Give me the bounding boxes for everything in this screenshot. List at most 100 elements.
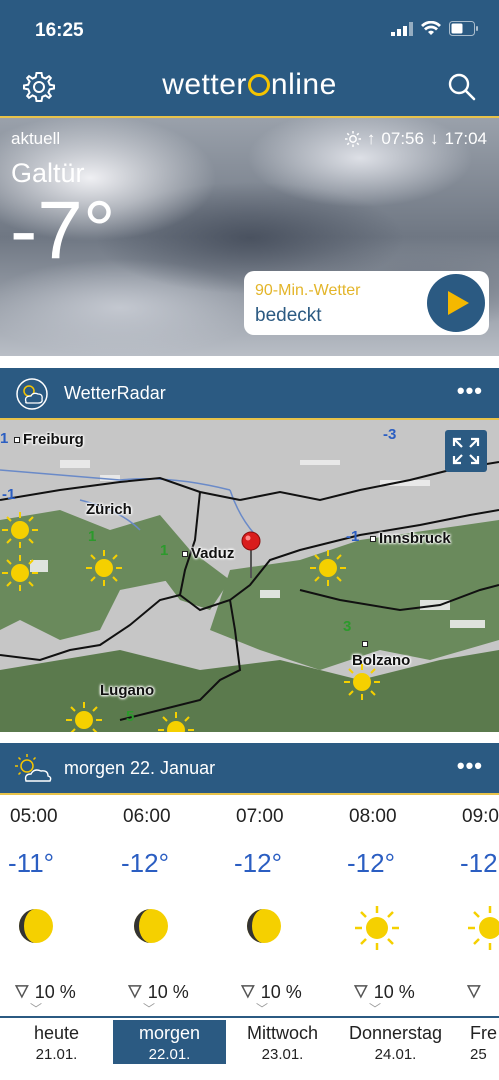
map-city-label: Zürich xyxy=(86,501,132,518)
day-tab-date: 21.01. xyxy=(35,1046,78,1063)
radar-section-header[interactable]: WetterRadar ••• xyxy=(0,368,499,420)
top-bar: 16:25 wetter nline xyxy=(0,0,499,118)
day-tab-bar: heute 21.01. morgen 22.01. Mittwoch 23.0… xyxy=(0,1016,499,1080)
forecast-more-button[interactable]: ••• xyxy=(457,753,483,779)
rain-probability: 🜄 10 % xyxy=(353,982,415,1002)
chevron-down-icon[interactable]: ﹀ xyxy=(30,1000,42,1016)
day-tab-name: heute xyxy=(33,1023,80,1043)
status-time: 16:25 xyxy=(35,20,84,41)
day-tab-date: 22.01. xyxy=(148,1046,191,1063)
map-city-label: Lugano xyxy=(100,682,155,699)
map-sun-icon xyxy=(344,664,380,700)
sun-times: ↑ 07:56 ↓ 17:04 xyxy=(344,129,487,149)
radar-map[interactable]: Freiburg Zürich Vaduz Innsbruck Bolzano … xyxy=(0,420,499,732)
map-temp-label: 1 xyxy=(88,528,97,545)
current-temperature: -7° xyxy=(10,185,116,276)
radar-more-button[interactable]: ••• xyxy=(457,378,483,404)
nowcast-condition: bedeckt xyxy=(255,305,322,326)
raindrop-icon: 🜄 xyxy=(353,982,369,1002)
hour-time: 09:0 xyxy=(462,806,499,827)
hour-temperature: -12° xyxy=(121,848,169,878)
rain-probability: 🜄 10 % xyxy=(127,982,189,1002)
radar-weather-icon xyxy=(16,378,48,410)
status-icons xyxy=(391,21,479,36)
search-button[interactable] xyxy=(445,70,479,104)
hour-time: 06:00 xyxy=(123,806,171,827)
sunrise-time: 07:56 xyxy=(381,129,424,148)
day-tab-name: Fre xyxy=(470,1023,497,1043)
hour-temperature: -12 xyxy=(460,848,498,878)
forecast-title: morgen 22. Januar xyxy=(64,758,216,778)
status-bar: 16:25 xyxy=(0,0,499,60)
wifi-icon xyxy=(421,21,441,35)
map-temp-label: 5 xyxy=(126,708,135,725)
day-tab-date: 24.01. xyxy=(374,1046,417,1063)
search-icon xyxy=(448,73,476,101)
map-city-label: Freiburg xyxy=(14,431,84,448)
raindrop-icon: 🜄 xyxy=(14,982,30,1002)
nowcast-play-button[interactable] xyxy=(427,274,485,332)
map-temp-label: 1 xyxy=(160,542,169,559)
map-sun-icon xyxy=(158,712,194,732)
moon-icon xyxy=(19,909,53,943)
sun-icon xyxy=(355,906,399,950)
hour-time: 07:00 xyxy=(236,806,284,827)
app-bar: wetter nline xyxy=(0,60,499,116)
location-pin-icon xyxy=(241,531,261,578)
radar-expand-button[interactable] xyxy=(445,430,487,472)
day-tab-name: Mittwoch xyxy=(246,1023,318,1043)
map-temp-label: -3 xyxy=(383,426,397,443)
expand-icon xyxy=(452,437,480,465)
moon-icon xyxy=(247,909,281,943)
logo-sun-icon xyxy=(247,74,270,96)
signal-icon xyxy=(391,21,413,36)
day-tab-date: 23.01. xyxy=(261,1046,304,1063)
day-tab-name: Donnerstag xyxy=(348,1023,443,1043)
sun-icon xyxy=(468,906,499,950)
sun-icon xyxy=(344,131,361,147)
map-city-label: Innsbruck xyxy=(370,530,451,547)
play-icon xyxy=(448,291,469,315)
moon-icon xyxy=(134,909,168,943)
nowcast-card[interactable]: 90-Min.-Wetter bedeckt xyxy=(244,271,489,335)
day-tab-donnerstag[interactable]: Donnerstag 24.01. xyxy=(339,1020,452,1064)
day-tab-morgen[interactable]: morgen 22.01. xyxy=(113,1020,226,1064)
sunrise-arrow-icon: ↑ xyxy=(366,129,376,148)
rain-probability: 🜄 10 % xyxy=(240,982,302,1002)
map-sun-icon xyxy=(86,550,122,586)
battery-icon xyxy=(449,21,478,36)
hourly-forecast[interactable]: 05:00 -11° 🜄 10 % ﹀ 06:00 -12° 🜄 10 % ﹀ … xyxy=(0,796,499,1016)
map-sun-icon xyxy=(2,512,38,548)
map-sun-icon xyxy=(2,555,38,591)
hour-time: 05:00 xyxy=(10,806,58,827)
map-city-label: Vaduz xyxy=(182,545,234,562)
map-sun-icon xyxy=(66,702,102,732)
logo-text-a: wetter xyxy=(162,68,247,101)
map-sun-icon xyxy=(310,550,346,586)
current-weather-panel[interactable]: aktuell ↑ 07:56 ↓ 17:04 Galtür -7° 90-Mi… xyxy=(0,118,499,356)
hour-temperature: -12° xyxy=(234,848,282,878)
current-label: aktuell xyxy=(11,129,61,148)
forecast-divider xyxy=(0,793,499,795)
day-tab-freitag[interactable]: Fre 25 xyxy=(470,1020,499,1064)
sunset-arrow-icon: ↓ xyxy=(429,129,439,148)
forecast-section-header[interactable]: morgen 22. Januar ••• xyxy=(0,743,499,795)
day-tab-mittwoch[interactable]: Mittwoch 23.01. xyxy=(226,1020,339,1064)
map-temp-label: 1 xyxy=(0,430,9,447)
day-tab-heute[interactable]: heute 21.01. xyxy=(0,1020,113,1064)
raindrop-icon: 🜄 xyxy=(127,982,143,1002)
chevron-down-icon[interactable]: ﹀ xyxy=(256,1000,268,1016)
logo-text-b: nline xyxy=(270,68,337,101)
hour-temperature: -12° xyxy=(347,848,395,878)
rain-probability: 🜄 10 % xyxy=(14,982,76,1002)
chevron-down-icon[interactable]: ﹀ xyxy=(369,1000,381,1016)
chevron-down-icon[interactable]: ﹀ xyxy=(143,1000,155,1016)
map-temp-label: -1 xyxy=(2,486,16,503)
sunset-time: 17:04 xyxy=(444,129,487,148)
raindrop-icon: 🜄 xyxy=(466,982,482,1002)
day-tab-name: morgen xyxy=(138,1023,201,1043)
raindrop-icon: 🜄 xyxy=(240,982,256,1002)
sun-cloud-icon xyxy=(15,754,52,782)
hour-time: 08:00 xyxy=(349,806,397,827)
rain-probability: 🜄 xyxy=(466,972,482,1009)
